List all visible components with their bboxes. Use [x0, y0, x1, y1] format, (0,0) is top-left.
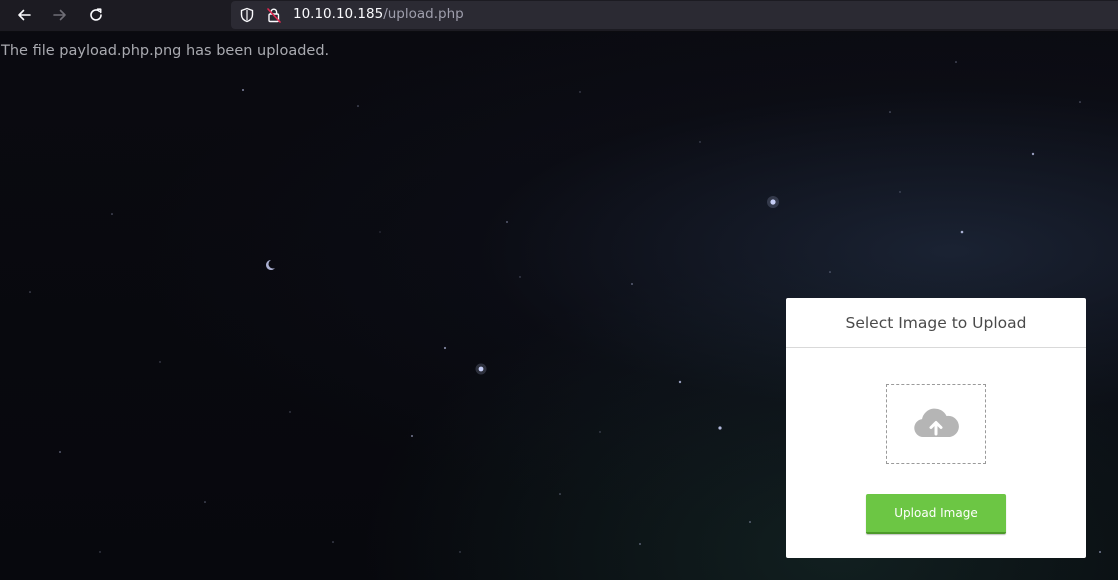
url-host: 10.10.10.185 [293, 6, 384, 22]
url-text[interactable]: 10.10.10.185/upload.php [293, 6, 464, 22]
upload-status-message: The file payload.php.png has been upload… [1, 43, 330, 59]
cloud-upload-icon [914, 408, 959, 437]
arrow-right-icon [53, 9, 66, 21]
reload-icon [90, 8, 102, 21]
insecure-lock-icon[interactable] [266, 7, 282, 23]
upload-card: Select Image to Upload Upload Image [786, 298, 1086, 558]
address-bar[interactable]: 10.10.10.185/upload.php [231, 1, 1118, 29]
image-dropzone[interactable] [886, 384, 986, 464]
reload-button[interactable] [84, 4, 108, 26]
arrow-left-icon [18, 9, 31, 21]
tracking-protection-shield-icon[interactable] [239, 7, 255, 23]
page-viewport: The file payload.php.png has been upload… [0, 32, 1118, 580]
upload-card-title: Select Image to Upload [786, 298, 1086, 348]
forward-button[interactable] [48, 4, 72, 26]
upload-image-button[interactable]: Upload Image [866, 494, 1006, 534]
back-button[interactable] [12, 4, 36, 26]
url-path: /upload.php [383, 6, 464, 22]
browser-toolbar: 10.10.10.185/upload.php [0, 0, 1118, 32]
